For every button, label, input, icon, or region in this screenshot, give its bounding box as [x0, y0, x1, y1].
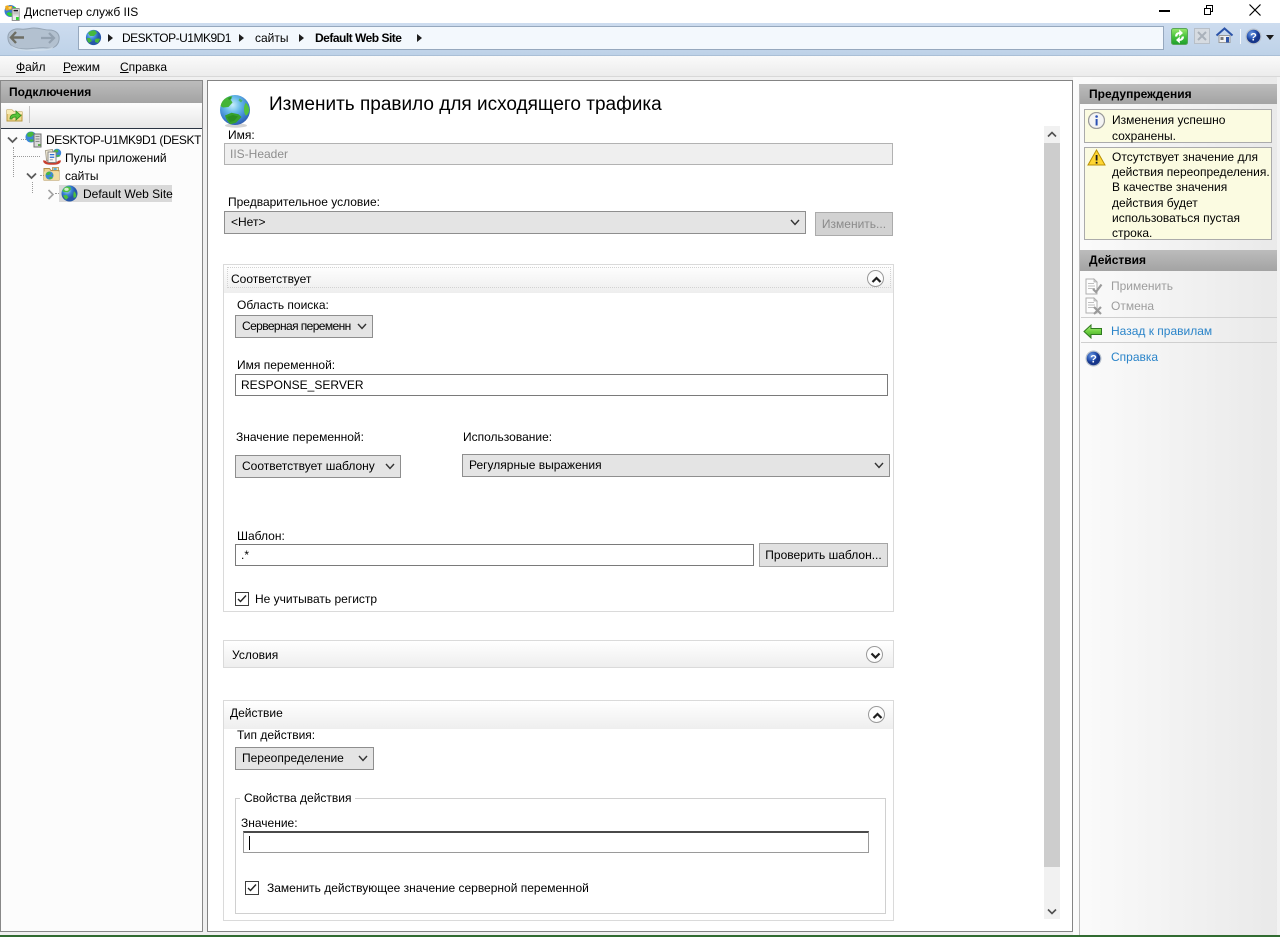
svg-text:?: ? [1090, 354, 1097, 366]
svg-text:?: ? [1250, 32, 1257, 44]
